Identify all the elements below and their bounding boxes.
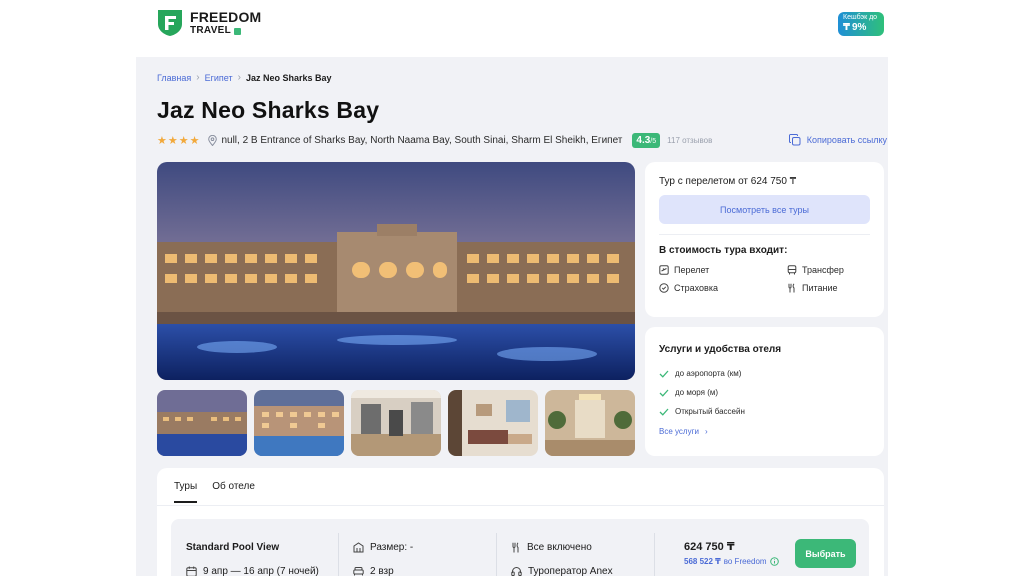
cutlery-icon: [512, 541, 519, 552]
thumbnail-3[interactable]: [351, 390, 441, 456]
chevron-right-icon: ›: [196, 72, 200, 83]
include-label: Перелет: [674, 265, 710, 275]
cashback-price-value: 568 522 ₸: [684, 557, 721, 566]
thumbnail-2[interactable]: [254, 390, 344, 456]
breadcrumb-current: Jaz Neo Sharks Bay: [245, 72, 332, 83]
divider: [659, 234, 870, 235]
photo-thumbnails: [157, 390, 635, 456]
copy-icon: [788, 134, 801, 146]
amenity-label: до аэропорта (км): [675, 369, 742, 378]
thumbnail-1[interactable]: [157, 390, 247, 456]
breadcrumb-country[interactable]: Египет: [205, 73, 233, 83]
check-icon: [659, 389, 669, 397]
hotel-address: null, 2 B Entrance of Sharks Bay, North …: [221, 134, 623, 146]
amenity-label: Открытый бассейн: [675, 407, 745, 416]
shield-logo-icon: [158, 10, 182, 36]
all-services-link[interactable]: Все услуги ›: [659, 427, 870, 436]
lock-icon: [234, 27, 242, 35]
hotel-meta: ★★★★ null, 2 B Entrance of Sharks Bay, N…: [157, 132, 887, 148]
copy-link-button[interactable]: Копировать ссылку: [788, 134, 887, 146]
include-flight: Перелет: [659, 265, 787, 275]
tour-offer-row: Standard Pool View 9 апр — 16 апр (7 ноч…: [171, 519, 869, 576]
tour-from-price: Тур с перелетом от 624 750 ₸: [659, 176, 797, 187]
copy-link-label: Копировать ссылку: [806, 135, 887, 145]
cashback-price: 568 522 ₸ во Freedom: [684, 557, 779, 566]
divider: [338, 533, 339, 576]
shield-icon: [659, 283, 669, 293]
thumbnail-4[interactable]: [448, 390, 538, 456]
amenity-item: до аэропорта (км): [659, 364, 870, 383]
bed-icon: [353, 567, 364, 576]
meal-plan: Все включено: [527, 541, 592, 553]
reviews-count[interactable]: 117 отзывов: [667, 136, 712, 145]
amenity-item: до моря (м): [659, 383, 870, 402]
cashback-value: 9%: [851, 22, 867, 33]
amenities-title: Услуги и удобства отеля: [659, 344, 782, 355]
brand-line-1: FREEDOM: [190, 9, 262, 25]
breadcrumb-home[interactable]: Главная: [157, 73, 191, 83]
rating-badge: 4.3/5: [632, 132, 661, 148]
page: FREEDOM TRAVEL Кешбэк до ₸ 9% Главная › Е…: [136, 0, 888, 576]
chevron-right-icon: ›: [237, 72, 241, 83]
tab-tours[interactable]: Туры: [174, 481, 198, 503]
include-meals: Питание: [787, 283, 877, 293]
brand-line-2: TRAVEL: [190, 25, 232, 36]
rating-value: 4.3: [636, 134, 651, 146]
all-services-label: Все услуги: [659, 427, 699, 436]
info-icon[interactable]: [769, 557, 779, 566]
amenity-item: Открытый бассейн: [659, 402, 870, 421]
divider: [496, 533, 497, 576]
brand-logo[interactable]: FREEDOM TRAVEL: [157, 9, 261, 37]
includes-title: В стоимость тура входит:: [659, 245, 788, 256]
include-label: Трансфер: [802, 265, 844, 275]
room-type: Standard Pool View: [186, 541, 280, 553]
offer-price: 624 750 ₸: [684, 541, 735, 553]
select-tour-button[interactable]: Выбрать: [795, 539, 856, 568]
tenge-icon: ₸: [843, 22, 850, 33]
amenity-label: до моря (м): [675, 388, 719, 397]
cashback-label: Кешбэк до: [843, 14, 878, 21]
breadcrumb: Главная › Египет › Jaz Neo Sharks Bay: [157, 72, 332, 83]
chevron-right-icon: ›: [704, 427, 708, 436]
amenities-card: Услуги и удобства отеля до аэропорта (км…: [645, 327, 884, 456]
tour-operator: Туроператор Anex: [528, 565, 613, 576]
tour-dates: 9 апр — 16 апр (7 ночей): [203, 565, 319, 576]
cutlery-icon: [788, 283, 795, 293]
include-label: Питание: [802, 283, 838, 293]
calendar-icon: [186, 566, 197, 576]
bus-icon: [787, 265, 797, 275]
headset-icon: [511, 566, 522, 576]
include-label: Страховка: [674, 283, 718, 293]
price-card: Тур с перелетом от 624 750 ₸ Посмотреть …: [645, 162, 884, 317]
building-icon: [353, 541, 364, 552]
page-title: Jaz Neo Sharks Bay: [157, 97, 380, 123]
cashback-price-label: во Freedom: [723, 557, 767, 566]
rating-scale: /5: [650, 137, 657, 145]
divider: [654, 533, 655, 576]
thumbnail-5[interactable]: [545, 390, 635, 456]
tab-about-hotel[interactable]: Об отеле: [212, 481, 255, 503]
include-insurance: Страховка: [659, 283, 787, 293]
header: FREEDOM TRAVEL Кешбэк до ₸ 9%: [136, 0, 888, 57]
guests: 2 взр: [370, 565, 394, 576]
check-icon: [659, 370, 669, 378]
location-pin-icon: [208, 134, 218, 146]
tabs-divider: [157, 505, 884, 506]
star-rating: ★★★★: [157, 134, 201, 147]
view-all-tours-button[interactable]: Посмотреть все туры: [659, 195, 870, 224]
hotel-main-photo[interactable]: [157, 162, 635, 380]
flight-icon: [659, 265, 669, 275]
include-transfer: Трансфер: [787, 265, 877, 275]
check-icon: [659, 408, 669, 416]
room-size: Размер: -: [370, 541, 414, 553]
cashback-badge[interactable]: Кешбэк до ₸ 9%: [838, 12, 884, 36]
